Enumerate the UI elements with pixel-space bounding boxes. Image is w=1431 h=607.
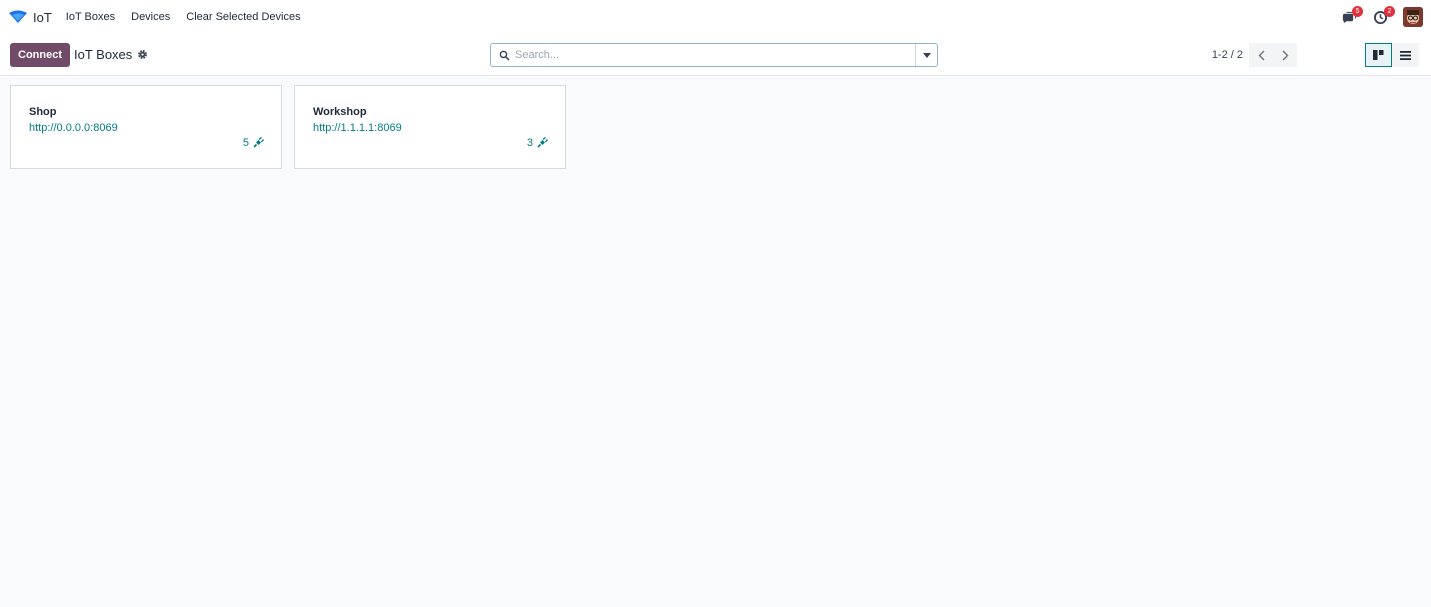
device-count-value: 3 bbox=[526, 137, 533, 149]
search-bar bbox=[490, 43, 938, 67]
caret-down-icon bbox=[922, 52, 931, 58]
kanban-view: Shop http://0.0.0.0:8069 5 Workshop http… bbox=[0, 76, 1431, 178]
gear-icon[interactable] bbox=[137, 49, 148, 60]
messages-badge: 5 bbox=[1352, 6, 1363, 17]
page-title: IoT Boxes bbox=[74, 47, 133, 62]
top-navbar: IoT IoT Boxes Devices Clear Selected Dev… bbox=[0, 0, 1431, 34]
control-panel: Connect IoT Boxes 1-2 / 2 bbox=[0, 34, 1431, 76]
iot-box-card[interactable]: Workshop http://1.1.1.1:8069 3 bbox=[294, 85, 566, 169]
activities-badge: 2 bbox=[1384, 6, 1395, 17]
app-name: IoT bbox=[33, 9, 52, 25]
list-view-button[interactable] bbox=[1392, 43, 1419, 67]
pager-next-button[interactable] bbox=[1273, 43, 1297, 67]
iot-box-card[interactable]: Shop http://0.0.0.0:8069 5 bbox=[10, 85, 282, 169]
systray: 5 2 bbox=[1327, 6, 1423, 28]
view-switcher bbox=[1365, 43, 1419, 67]
plug-icon bbox=[537, 137, 548, 148]
pager: 1-2 / 2 bbox=[1212, 43, 1297, 67]
iot-box-url-link[interactable]: http://1.1.1.1:8069 bbox=[313, 122, 402, 134]
device-count[interactable]: 5 bbox=[243, 137, 264, 149]
list-view-icon bbox=[1400, 50, 1411, 60]
iot-box-name: Workshop bbox=[313, 106, 367, 118]
search-input[interactable] bbox=[515, 44, 915, 66]
menu-devices[interactable]: Devices bbox=[131, 11, 170, 23]
chevron-left-icon bbox=[1258, 50, 1264, 60]
connect-button[interactable]: Connect bbox=[10, 42, 70, 67]
kanban-view-icon bbox=[1373, 50, 1384, 60]
plug-icon bbox=[253, 137, 264, 148]
pager-value[interactable]: 1-2 / 2 bbox=[1212, 49, 1243, 61]
messages-button[interactable]: 5 bbox=[1337, 6, 1363, 28]
iot-box-url-link[interactable]: http://0.0.0.0:8069 bbox=[29, 122, 118, 134]
menu-iot-boxes[interactable]: IoT Boxes bbox=[66, 11, 115, 23]
device-count[interactable]: 3 bbox=[527, 137, 548, 149]
search-options-toggle[interactable] bbox=[915, 44, 937, 66]
search-icon bbox=[499, 50, 510, 61]
iot-logo-icon bbox=[9, 10, 27, 23]
menu-clear-selected-devices[interactable]: Clear Selected Devices bbox=[186, 11, 300, 23]
avatar-image bbox=[1403, 7, 1423, 27]
chevron-right-icon bbox=[1282, 50, 1288, 60]
app-brand[interactable]: IoT bbox=[8, 10, 52, 25]
device-count-value: 5 bbox=[242, 137, 249, 149]
activities-button[interactable]: 2 bbox=[1369, 6, 1395, 28]
kanban-view-button[interactable] bbox=[1365, 43, 1392, 67]
pager-previous-button[interactable] bbox=[1249, 43, 1273, 67]
user-avatar[interactable] bbox=[1403, 7, 1423, 27]
iot-box-name: Shop bbox=[29, 106, 57, 118]
